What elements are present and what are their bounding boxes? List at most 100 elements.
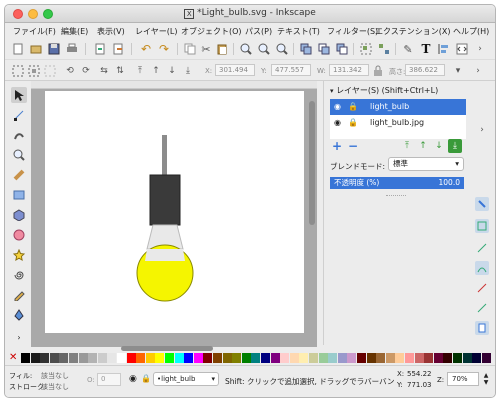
copy-icon[interactable] [183,42,197,56]
unlink-clone-icon[interactable] [335,42,349,56]
zoom-field[interactable]: 70% [447,372,479,386]
palette-swatch[interactable] [165,353,174,363]
palette-swatch[interactable] [385,353,395,363]
layer-row-light-bulb[interactable]: ◉ 🔒 light_bulb [330,99,466,115]
duplicate-icon[interactable] [299,42,313,56]
redo-icon[interactable]: ↷ [157,42,171,56]
pen-tool-icon[interactable] [11,307,27,323]
tweak-tool-icon[interactable] [11,127,27,143]
palette-swatch[interactable] [174,353,184,363]
w-field[interactable]: 131.342 [329,64,369,76]
zoom-drawing-icon[interactable] [257,42,271,56]
palette-swatch[interactable] [193,353,203,363]
palette-swatch[interactable] [78,353,88,363]
remove-layer-icon[interactable]: − [346,139,360,153]
ellipse-tool-icon[interactable] [11,227,27,243]
palette-swatch[interactable] [203,353,213,363]
palette-swatch[interactable] [433,353,443,363]
palette-swatch[interactable] [97,353,107,363]
raise-to-top-icon[interactable]: ⤒ [133,64,147,78]
bulb-socket[interactable] [149,174,181,226]
snap-page-icon[interactable] [475,321,489,335]
palette-swatch[interactable] [69,353,78,363]
menu-view[interactable]: 表示(V) [97,26,125,37]
menu-help[interactable]: ヘルプ(H) [453,26,489,37]
palette-swatch[interactable] [443,353,453,363]
blend-mode-select[interactable]: 標準 ▾ [388,157,464,171]
panel-grip[interactable] [386,195,406,197]
menu-object[interactable]: オブジェクト(O) [181,26,242,37]
flip-vertical-icon[interactable]: ⇅ [113,64,127,78]
undo-icon[interactable]: ↶ [139,42,153,56]
select-all-icon[interactable] [11,64,25,78]
raise-icon[interactable]: ↑ [149,64,163,78]
eye-icon[interactable]: ◉ [334,99,341,115]
palette-swatch[interactable] [289,353,299,363]
rectangle-tool-icon[interactable] [11,187,27,203]
snap-bbox-edge-icon[interactable] [475,241,489,255]
zoom-tool-icon[interactable] [11,147,27,163]
palette-swatch[interactable] [357,353,366,363]
lock-ratio-icon[interactable] [371,64,385,78]
group-icon[interactable] [359,42,373,56]
palette-swatch[interactable] [145,353,155,363]
palette-swatch[interactable] [241,353,251,363]
flip-horizontal-icon[interactable]: ⇆ [97,64,111,78]
canvas-area[interactable] [31,81,317,347]
palette-swatch[interactable] [21,353,30,363]
h-field[interactable]: 386.622 [405,64,445,76]
palette-swatch[interactable] [261,353,270,363]
palette-swatch[interactable] [30,353,40,363]
snap-bbox-icon[interactable] [475,219,489,233]
rotate-ccw-icon[interactable]: ⟲ [63,64,77,78]
print-icon[interactable] [65,42,79,56]
palette-swatch[interactable] [136,353,146,363]
toolbar-overflow-icon[interactable]: › [473,42,487,56]
menu-file[interactable]: ファイル(F) [13,26,56,37]
menu-layer[interactable]: レイヤー(L) [135,26,177,37]
new-document-icon[interactable] [11,42,25,56]
menu-filters[interactable]: フィルター(S) [327,26,378,37]
lock-icon[interactable]: 🔒 [348,99,358,115]
palette-swatch[interactable] [49,353,59,363]
lower-icon[interactable]: ↓ [165,64,179,78]
snap-enable-icon[interactable] [475,197,489,211]
palette-swatch[interactable] [395,353,405,363]
light-bulb-drawing[interactable] [45,91,304,333]
save-icon[interactable] [47,42,61,56]
cut-icon[interactable]: ✂ [199,42,213,56]
palette-swatch[interactable] [481,353,491,363]
lower-layer-bottom-icon[interactable]: ⤓ [448,139,462,153]
palette-swatch[interactable] [347,353,357,363]
palette-swatch[interactable] [462,353,472,363]
ungroup-icon[interactable] [377,42,391,56]
opacity-slider[interactable]: 不透明度 (%) 100.0 [330,177,464,189]
snap-center-icon[interactable] [475,301,489,315]
eye-icon[interactable]: ◉ [334,115,341,131]
palette-swatch[interactable] [155,353,165,363]
star-tool-icon[interactable] [11,247,27,263]
selector-tool-icon[interactable] [11,87,27,103]
x-field[interactable]: 301.494 [215,64,255,76]
palette-swatch[interactable] [299,353,309,363]
snap-path-icon[interactable] [475,281,489,295]
palette-swatch[interactable] [309,353,318,363]
opacity-status-field[interactable]: 0 [97,373,121,386]
palette-swatch[interactable] [270,353,280,363]
palette-swatch[interactable] [213,353,222,363]
paste-icon[interactable] [215,42,229,56]
menu-path[interactable]: パス(P) [245,26,272,37]
node-tool-icon[interactable] [11,107,27,123]
fill-stroke-icon[interactable]: ✎ [401,42,415,56]
zoom-page-icon[interactable] [275,42,289,56]
palette-swatch[interactable] [232,353,242,363]
palette-swatch[interactable] [318,353,328,363]
text-font-icon[interactable]: T [419,42,433,56]
palette-swatch[interactable] [453,353,462,363]
palette-swatch[interactable] [59,353,69,363]
overflow-icon[interactable]: › [475,123,489,137]
measure-tool-icon[interactable] [11,167,27,183]
palette-swatch[interactable] [88,353,98,363]
select-all-layers-icon[interactable] [27,64,41,78]
clone-icon[interactable] [317,42,331,56]
